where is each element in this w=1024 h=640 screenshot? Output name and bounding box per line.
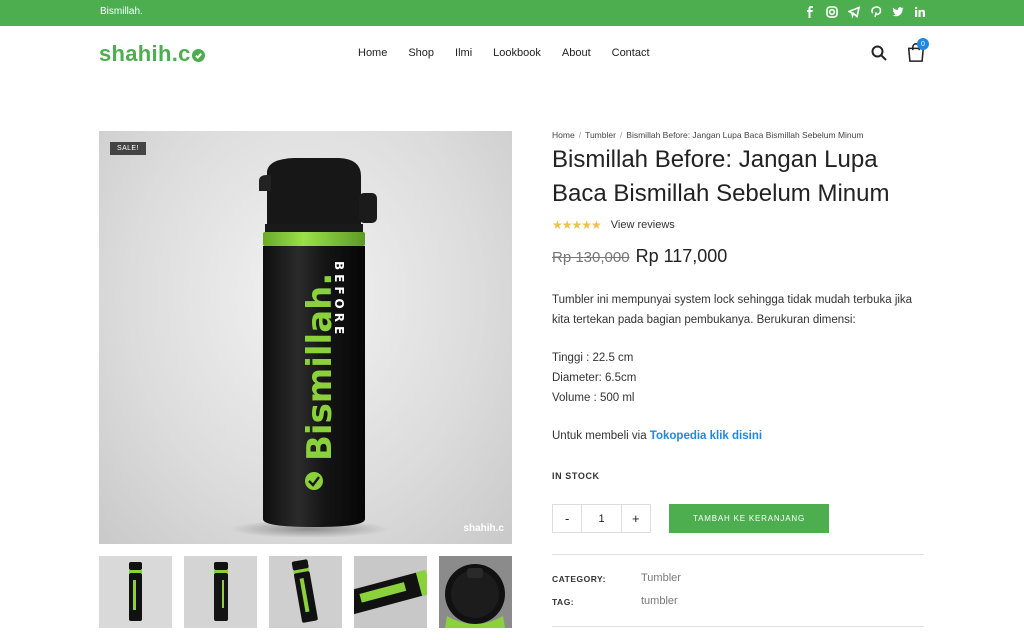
thumbnail-2[interactable]: [184, 556, 257, 628]
product-main-image[interactable]: Bismillah. BEFORE SALE! shahih.c: [99, 131, 512, 544]
breadcrumb-separator: /: [578, 130, 582, 140]
product-price: Rp 130,000 Rp 117,000: [552, 246, 727, 267]
social-links: [804, 6, 926, 18]
telegram-icon[interactable]: [848, 6, 860, 18]
nav-shop[interactable]: Shop: [408, 47, 434, 59]
buy-prefix: Untuk membeli via: [552, 430, 647, 442]
watermark-text: shahih.c: [463, 523, 504, 534]
tokopedia-link[interactable]: Tokopedia klik disini: [650, 430, 762, 442]
quantity-input[interactable]: 1: [581, 505, 622, 532]
main-nav: Home Shop Ilmi Lookbook About Contact: [358, 47, 650, 59]
watermark: shahih.c: [463, 523, 504, 534]
stock-status: IN STOCK: [552, 471, 600, 481]
add-to-cart-button[interactable]: TAMBAH KE KERANJANG: [669, 504, 829, 533]
divider: [552, 554, 924, 555]
star-rating-icon: ★★★★★: [552, 218, 602, 232]
top-bar: Bismillah.: [0, 0, 1024, 26]
category-link[interactable]: Tumbler: [641, 572, 681, 584]
tag-link[interactable]: tumbler: [641, 595, 678, 607]
product-description: Tumbler ini mempunyai system lock sehing…: [552, 294, 913, 326]
spec-volume: Volume : 500 ml: [552, 392, 635, 404]
facebook-icon[interactable]: [804, 6, 816, 18]
breadcrumb: Home / Tumbler / Bismillah Before: Janga…: [552, 130, 863, 140]
linkedin-icon[interactable]: [914, 6, 926, 18]
price-original: Rp 130,000: [552, 249, 630, 266]
bottle-print: Bismillah. BEFORE: [300, 261, 346, 490]
thumbnail-1[interactable]: [99, 556, 172, 628]
svg-text:BEFORE: BEFORE: [332, 261, 346, 338]
spec-height: Tinggi : 22.5 cm: [552, 352, 634, 364]
logo-text: shahih.c: [99, 41, 191, 66]
thumbnail-5[interactable]: [439, 556, 512, 628]
nav-about[interactable]: About: [562, 47, 591, 59]
twitter-icon[interactable]: [892, 6, 904, 18]
pinterest-icon[interactable]: [870, 6, 882, 18]
thumbnail-gallery: [99, 556, 512, 628]
tag-label: TAG:: [552, 597, 575, 607]
quantity-decrease-button[interactable]: -: [553, 505, 581, 532]
instagram-icon[interactable]: [826, 6, 838, 18]
product-rating: ★★★★★ View reviews: [552, 218, 675, 232]
category-label: CATEGORY:: [552, 574, 606, 584]
breadcrumb-category[interactable]: Tumbler: [585, 130, 616, 140]
breadcrumb-current: Bismillah Before: Jangan Lupa Baca Bismi…: [626, 130, 864, 140]
nav-lookbook[interactable]: Lookbook: [493, 47, 541, 59]
buy-info: Untuk membeli via Tokopedia klik disini: [552, 426, 922, 446]
view-reviews-link[interactable]: View reviews: [611, 219, 675, 231]
product-title: Bismillah Before: Jangan Lupa Baca Bismi…: [552, 146, 890, 207]
nav-contact[interactable]: Contact: [612, 47, 650, 59]
nav-home[interactable]: Home: [358, 47, 387, 59]
spec-diameter: Diameter: 6.5cm: [552, 372, 637, 384]
nav-ilmi[interactable]: Ilmi: [455, 47, 472, 59]
quantity-increase-button[interactable]: +: [622, 505, 650, 532]
breadcrumb-home[interactable]: Home: [552, 130, 575, 140]
breadcrumb-separator: /: [619, 130, 623, 140]
check-icon: [191, 49, 205, 62]
price-sale: Rp 117,000: [635, 246, 728, 266]
cart-count-badge: 0: [917, 38, 929, 50]
thumbnail-4[interactable]: [354, 556, 427, 628]
tumbler-illustration: Bismillah. BEFORE: [229, 158, 389, 538]
tagline: Bismillah.: [100, 6, 143, 17]
search-icon[interactable]: [871, 45, 887, 61]
sale-badge: SALE!: [110, 142, 146, 155]
divider: [552, 626, 924, 627]
quantity-stepper: - 1 +: [552, 504, 651, 533]
thumbnail-3[interactable]: [269, 556, 342, 628]
site-logo[interactable]: shahih.c: [99, 41, 205, 67]
